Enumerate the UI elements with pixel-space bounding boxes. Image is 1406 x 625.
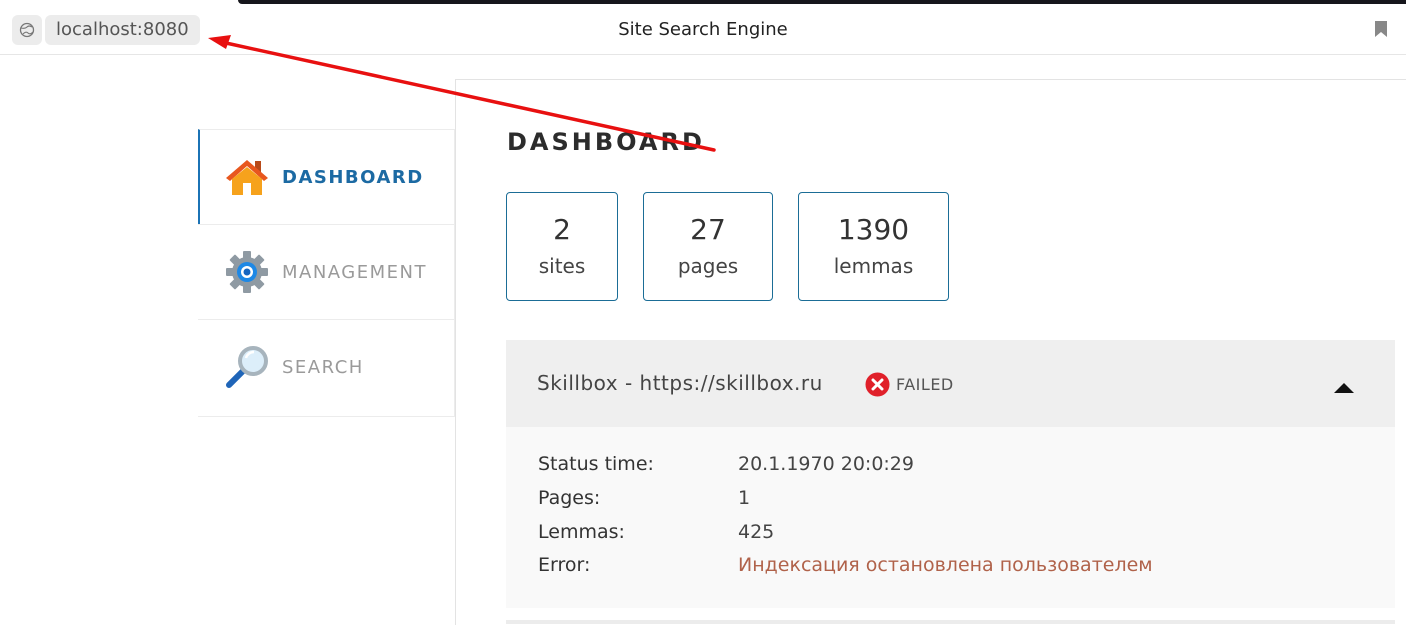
detail-key: Lemmas: [538, 521, 625, 543]
stat-label: lemmas [833, 254, 914, 278]
gear-icon [224, 249, 270, 295]
magnifier-icon [224, 344, 270, 390]
home-icon [224, 154, 270, 200]
stat-value: 27 [690, 213, 726, 246]
sidebar-item-label: SEARCH [282, 356, 364, 378]
collapse-arrow-icon[interactable] [1334, 378, 1354, 397]
detail-value: 1 [738, 487, 751, 509]
stat-label: sites [538, 254, 586, 278]
sidebar-item-label: DASHBOARD [282, 166, 424, 188]
stat-value: 1390 [837, 213, 910, 246]
stat-label: pages [677, 254, 739, 278]
site-details: Status time: 20.1.1970 20:0:29 Pages: 1 … [506, 427, 1395, 608]
bookmark-icon[interactable] [1374, 20, 1388, 42]
detail-value: 20.1.1970 20:0:29 [738, 453, 914, 475]
next-site-header-edge [506, 620, 1395, 624]
stat-value: 2 [553, 213, 571, 246]
stat-card-lemmas: 1390 lemmas [798, 192, 949, 301]
site-accordion-header[interactable]: Skillbox - https://skillbox.ru FAILED [506, 340, 1395, 427]
status-badge: FAILED [896, 375, 954, 394]
failed-status-icon [865, 372, 890, 401]
page-title-bar: Site Search Engine [618, 19, 788, 40]
site-name: Skillbox - https://skillbox.ru [537, 371, 823, 395]
stat-card-pages: 27 pages [643, 192, 773, 301]
sidebar-item-dashboard[interactable]: DASHBOARD [198, 129, 454, 224]
detail-key: Pages: [538, 487, 601, 509]
error-message: Индексация остановлена пользователем [738, 554, 1153, 576]
sidebar-item-management[interactable]: MANAGEMENT [198, 224, 454, 319]
detail-value: 425 [738, 521, 775, 543]
sidebar-item-label: MANAGEMENT [282, 261, 427, 283]
sidebar-nav: DASHBOARD MANAGEMENT SEARCH [198, 129, 455, 417]
browser-toolbar: localhost:8080 Site Search Engine [0, 0, 1406, 55]
window-edge [238, 0, 1406, 4]
sidebar-item-search[interactable]: SEARCH [198, 319, 454, 414]
detail-key: Status time: [538, 453, 654, 475]
page-title: DASHBOARD [507, 128, 705, 156]
detail-key: Error: [538, 554, 591, 576]
stat-card-sites: 2 sites [506, 192, 618, 301]
